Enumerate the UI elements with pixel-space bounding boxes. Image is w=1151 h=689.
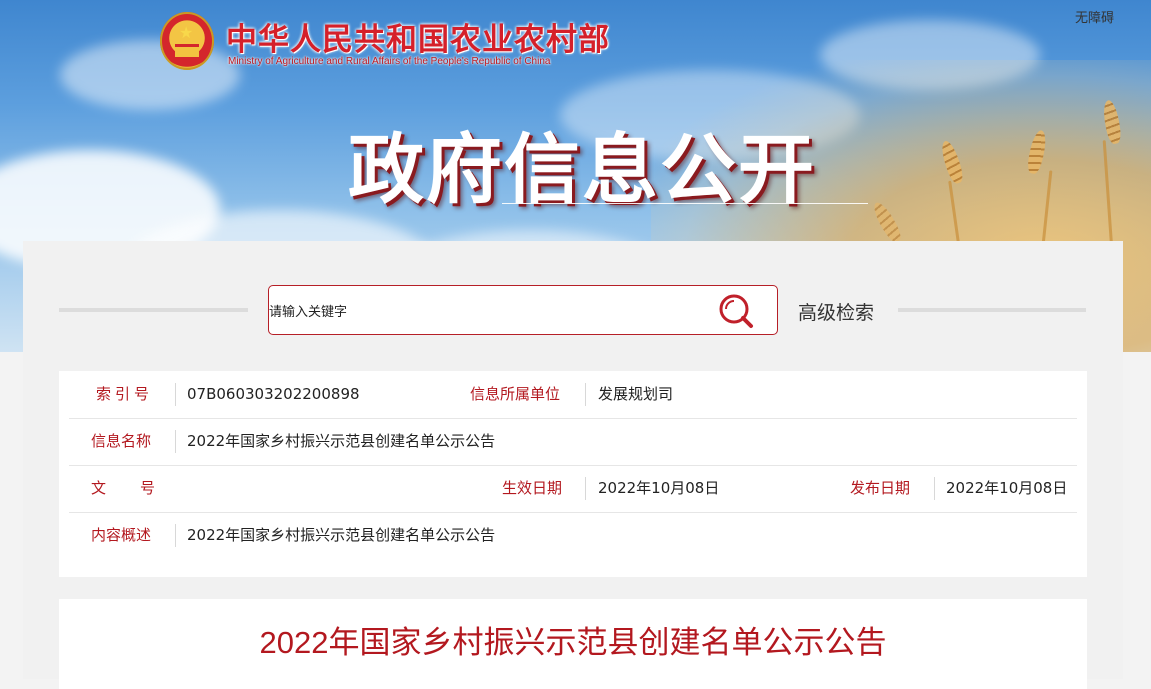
cloud-decoration — [60, 40, 240, 110]
publish-date-label: 发布日期 — [850, 479, 911, 497]
summary-label: 内容概述 — [91, 526, 152, 544]
info-name-value: 2022年国家乡村振兴示范县创建名单公示公告 — [187, 432, 496, 450]
content-panel: 高级检索 索引号 07B060303202200898 信息所属单位 发展规划司… — [23, 241, 1123, 689]
cell-separator — [585, 383, 586, 406]
banner-divider — [502, 203, 868, 204]
effective-date-value: 2022年10月08日 — [598, 479, 720, 497]
summary-value: 2022年国家乡村振兴示范县创建名单公示公告 — [187, 526, 496, 544]
department-value: 发展规划司 — [598, 385, 674, 403]
search-box — [268, 285, 778, 335]
index-number-label: 索引号 — [96, 385, 154, 403]
meta-row: 索引号 07B060303202200898 信息所属单位 发展规划司 — [69, 371, 1077, 419]
advanced-search-link[interactable]: 高级检索 — [798, 298, 874, 325]
meta-row: 文号 生效日期 2022年10月08日 发布日期 2022年10月08日 — [69, 465, 1077, 513]
department-label: 信息所属单位 — [470, 385, 561, 403]
search-button[interactable] — [717, 293, 757, 329]
national-emblem-icon[interactable]: ★ — [160, 12, 214, 70]
ministry-name-en[interactable]: Ministry of Agriculture and Rural Affair… — [228, 56, 550, 67]
ministry-name-cn[interactable]: 中华人民共和国农业农村部 — [226, 14, 610, 59]
effective-date-label: 生效日期 — [502, 479, 563, 497]
cell-separator — [175, 383, 176, 406]
search-decor-line-right — [898, 308, 1086, 312]
search-input[interactable] — [269, 300, 689, 322]
search-icon — [719, 294, 753, 328]
document-number-label: 文号 — [91, 479, 190, 497]
meta-row: 信息名称 2022年国家乡村振兴示范县创建名单公示公告 — [69, 418, 1077, 466]
article-title: 2022年国家乡村振兴示范县创建名单公示公告 — [259, 625, 887, 660]
cell-separator — [175, 524, 176, 547]
info-name-label: 信息名称 — [91, 432, 152, 450]
banner-title: 政府信息公开 — [348, 125, 816, 214]
article-container: 2022年国家乡村振兴示范县创建名单公示公告 — [59, 599, 1087, 689]
info-meta-table: 索引号 07B060303202200898 信息所属单位 发展规划司 信息名称… — [59, 371, 1087, 577]
index-number-value: 07B060303202200898 — [187, 385, 360, 403]
cell-separator — [934, 477, 935, 500]
cell-separator — [585, 477, 586, 500]
accessibility-link[interactable]: 无障碍 — [1075, 7, 1114, 26]
search-decor-line-left — [59, 308, 248, 312]
cell-separator — [175, 430, 176, 453]
meta-row: 内容概述 2022年国家乡村振兴示范县创建名单公示公告 — [69, 512, 1077, 559]
publish-date-value: 2022年10月08日 — [946, 479, 1068, 497]
